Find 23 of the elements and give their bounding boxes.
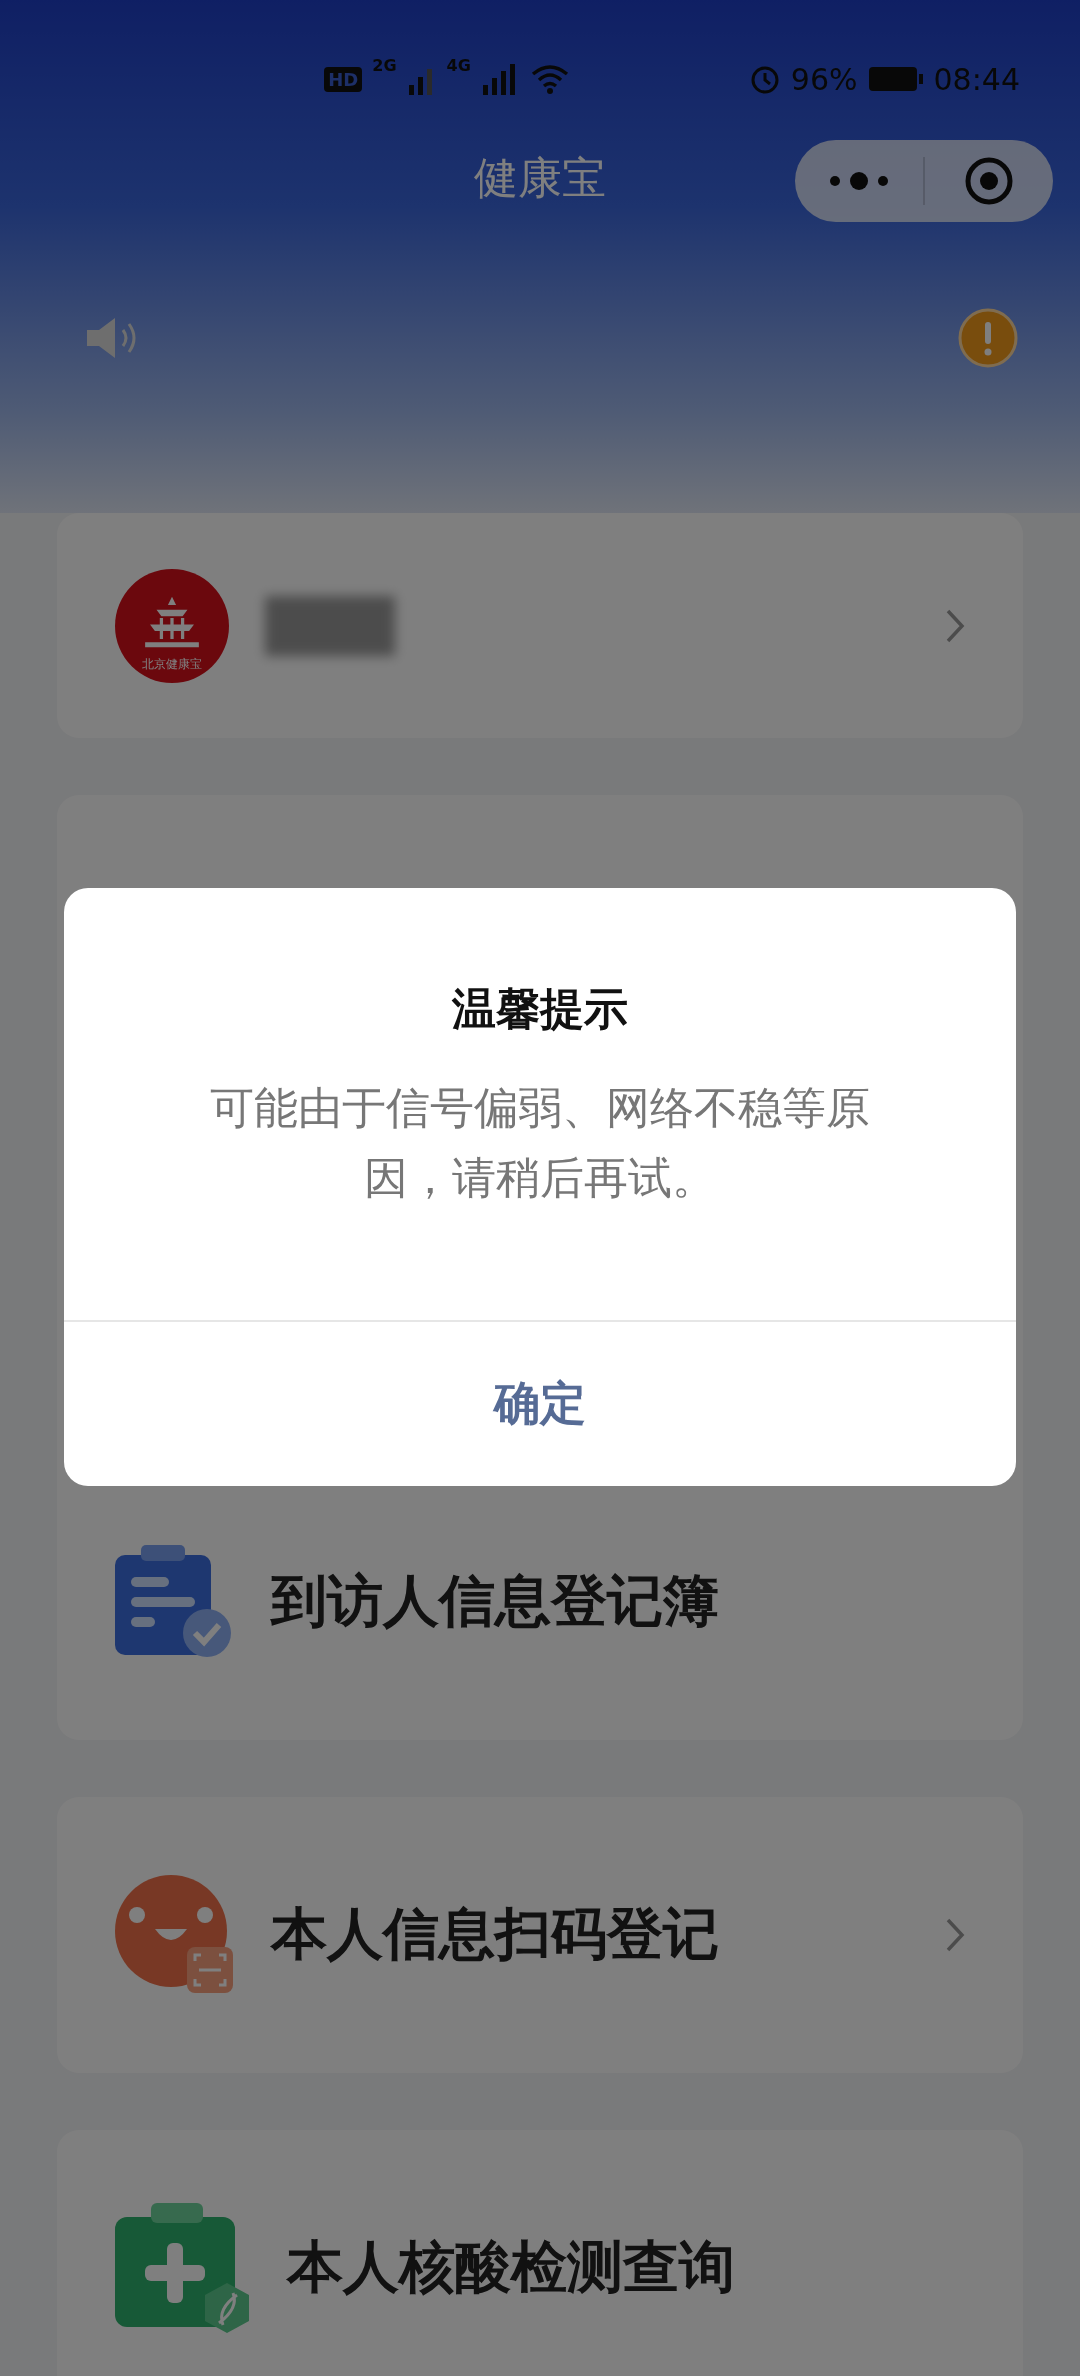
hd-badge: HD bbox=[324, 66, 363, 92]
battery-percent: 96% bbox=[790, 61, 858, 97]
smiley-face-icon bbox=[115, 1875, 235, 1995]
alert-icon[interactable] bbox=[958, 308, 1018, 368]
menu-label: 到访人信息登记簿 bbox=[271, 1567, 720, 1635]
menu-label: 本人核酸检测查询 bbox=[287, 2233, 736, 2301]
dialog-title: 温馨提示 bbox=[451, 982, 629, 1036]
menu-card[interactable]: 本人核酸检测查询 bbox=[57, 2130, 1023, 2376]
network-type: 2G bbox=[372, 56, 397, 75]
logo-caption: 北京健康宝 bbox=[142, 655, 202, 673]
menu-label: 本人信息扫码登记 bbox=[271, 1900, 720, 1968]
confirm-button[interactable]: 确定 bbox=[64, 1322, 1016, 1486]
page-title: 健康宝 bbox=[474, 150, 606, 205]
network-type: 4G bbox=[446, 56, 471, 75]
wifi-icon bbox=[530, 63, 569, 95]
battery-icon bbox=[867, 65, 924, 93]
clock-time: 08:44 bbox=[933, 61, 1020, 97]
dialog-message: 可能由于信号偏弱、网络不稳等原因，请稍后再试。 bbox=[209, 1081, 871, 1205]
menu-card[interactable]: 本人信息扫码登记 bbox=[57, 1797, 1023, 2073]
close-target-icon[interactable] bbox=[964, 156, 1014, 206]
medical-kit-icon bbox=[115, 2203, 251, 2333]
profile-card[interactable]: 北京健康宝 bbox=[57, 513, 1023, 738]
more-icon[interactable] bbox=[827, 171, 891, 191]
